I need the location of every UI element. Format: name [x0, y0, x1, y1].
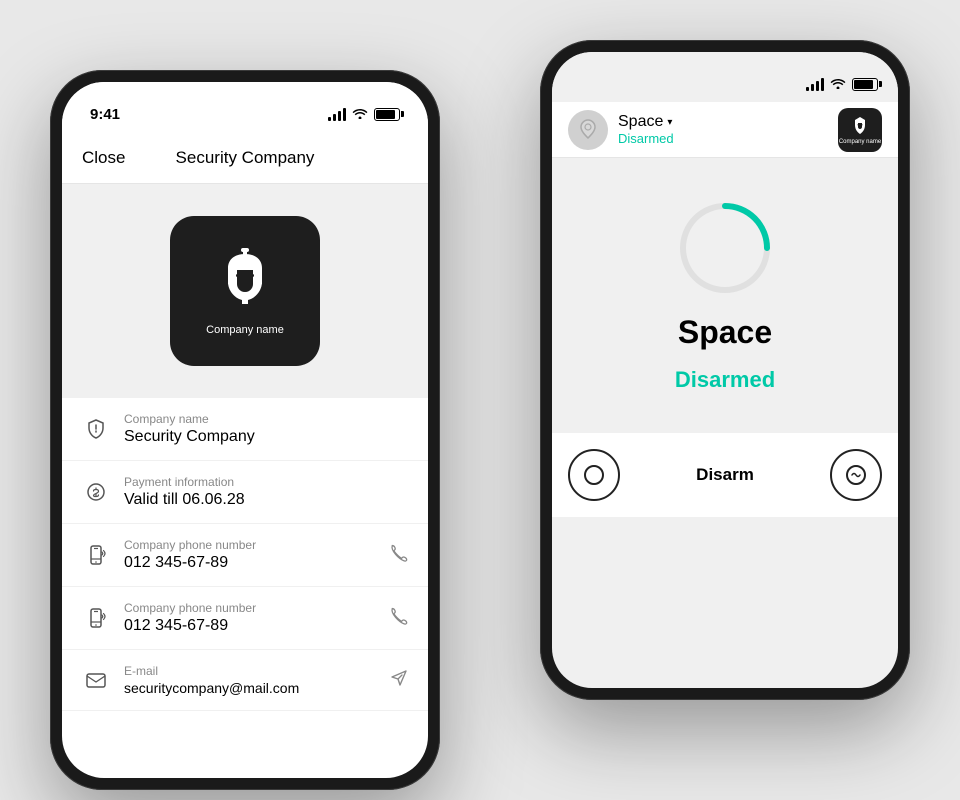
payment-value: Valid till 06.06.28	[124, 491, 408, 509]
phone-outline-icon-1	[82, 541, 110, 569]
right-main-content: Space Disarmed	[552, 158, 898, 433]
phone1-content: Company phone number 012 345-67-89	[124, 538, 374, 572]
status-bar-left: 9:41	[62, 82, 428, 132]
space-info: Space ▾ Disarmed	[618, 113, 828, 146]
signal-icon	[328, 107, 346, 121]
company-badge: Company name	[838, 108, 882, 152]
disarm-button[interactable]: Disarm	[696, 465, 754, 485]
phone1-label: Company phone number	[124, 538, 374, 552]
status-circle	[675, 198, 775, 298]
payment-label: Payment information	[124, 475, 408, 489]
space-name-large: Space	[678, 314, 772, 351]
email-content: E-mail securitycompany@mail.com	[124, 664, 376, 696]
space-status-header: Disarmed	[618, 131, 828, 146]
info-row-phone2: Company phone number 012 345-67-89	[62, 587, 428, 650]
info-list: Company name Security Company Payment in…	[62, 398, 428, 711]
email-action[interactable]	[390, 669, 408, 692]
scene: 9:41	[50, 40, 910, 760]
phone-outline-icon-2	[82, 604, 110, 632]
phone2-value: 012 345-67-89	[124, 617, 374, 635]
close-button[interactable]: Close	[82, 148, 142, 168]
wifi-icon-right	[830, 77, 846, 92]
email-icon	[82, 666, 110, 694]
status-time: 9:41	[90, 106, 120, 123]
spartan-helmet-icon	[210, 246, 280, 316]
phone1-value: 012 345-67-89	[124, 554, 374, 572]
space-avatar	[568, 110, 608, 150]
nav-title: Security Company	[142, 148, 348, 168]
wifi-icon	[352, 107, 368, 122]
right-top-bar: Space ▾ Disarmed Co	[552, 102, 898, 158]
space-name-header: Space ▾	[618, 113, 828, 131]
signal-icon-right	[806, 77, 824, 91]
call-action-2[interactable]	[388, 606, 408, 631]
badge-label: Company name	[839, 139, 881, 145]
nav-bar: Close Security Company	[62, 132, 428, 184]
company-name-value: Security Company	[124, 428, 408, 446]
status-icons-left	[328, 107, 400, 122]
email-label: E-mail	[124, 664, 376, 678]
status-icons-right	[806, 77, 878, 92]
info-row-company-name: Company name Security Company	[62, 398, 428, 461]
phone2-content: Company phone number 012 345-67-89	[124, 601, 374, 635]
info-row-email: E-mail securitycompany@mail.com	[62, 650, 428, 711]
right-phone: Space ▾ Disarmed Co	[540, 40, 910, 700]
payment-content: Payment information Valid till 06.06.28	[124, 475, 408, 509]
circle-btn-2[interactable]	[830, 449, 882, 501]
space-status-large: Disarmed	[675, 367, 775, 393]
battery-icon	[374, 108, 400, 121]
right-bottom-bar: Disarm	[552, 433, 898, 517]
right-phone-screen: Space ▾ Disarmed Co	[552, 52, 898, 688]
left-phone-screen: 9:41	[62, 82, 428, 778]
badge-helmet-icon	[848, 114, 872, 138]
logo-card: Company name	[170, 216, 320, 366]
company-name-label: Company name	[124, 412, 408, 426]
circle-btn-1[interactable]	[568, 449, 620, 501]
status-bar-right	[552, 52, 898, 102]
email-value: securitycompany@mail.com	[124, 680, 376, 696]
call-action-1[interactable]	[388, 543, 408, 568]
logo-card-label: Company name	[206, 324, 284, 336]
chevron-down-icon: ▾	[667, 117, 672, 128]
shield-icon	[82, 415, 110, 443]
battery-icon-right	[852, 78, 878, 91]
phone2-label: Company phone number	[124, 601, 374, 615]
info-row-phone1: Company phone number 012 345-67-89	[62, 524, 428, 587]
company-name-content: Company name Security Company	[124, 412, 408, 446]
info-row-payment: Payment information Valid till 06.06.28	[62, 461, 428, 524]
company-logo-area: Company name	[62, 184, 428, 398]
left-phone: 9:41	[50, 70, 440, 790]
coin-icon	[82, 478, 110, 506]
